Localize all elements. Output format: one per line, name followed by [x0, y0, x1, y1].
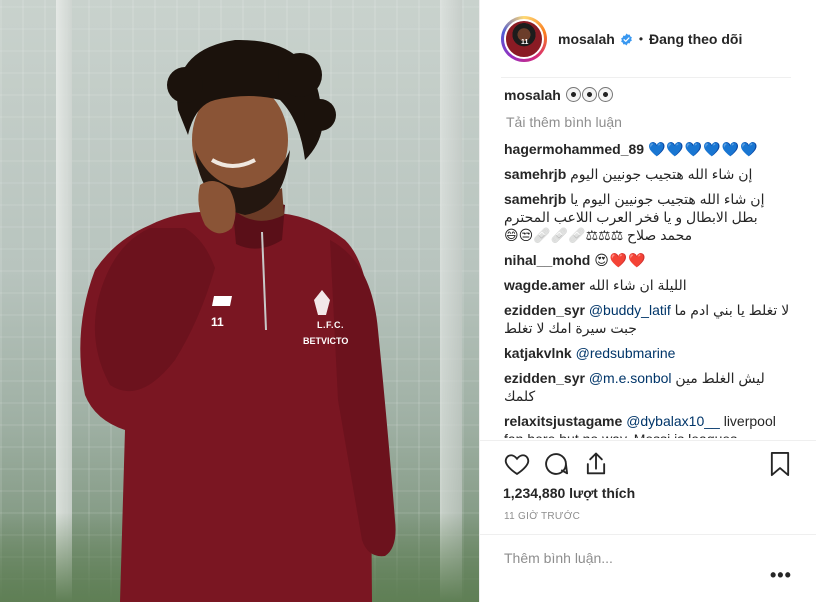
post-timestamp[interactable]: 11 GIỜ TRƯỚC — [504, 511, 580, 522]
verified-badge-icon — [620, 33, 632, 45]
comment-icon[interactable] — [542, 450, 570, 478]
soccer-ball-icon — [565, 87, 581, 102]
comment-username[interactable]: nihal__mohd — [504, 252, 590, 268]
comment-username[interactable]: hagermohammed_89 — [504, 141, 644, 157]
club-crest-text: L.F.C. — [317, 320, 344, 330]
comment-row: ezidden_syr @buddy_latif لا تغلط يا بني … — [504, 301, 791, 337]
player-figure — [80, 39, 396, 602]
comment-username[interactable]: samehrjb — [504, 166, 566, 182]
comment-row: samehrjb إن شاء الله هتجيب جونيين اليوم … — [504, 190, 791, 244]
comment-mention-link[interactable]: @dybalax10__ — [626, 413, 720, 429]
comment-mention-link[interactable]: @m.e.sonbol — [589, 370, 672, 386]
comment-row: katjakvlnk @redsubmarine — [504, 344, 791, 362]
comment-mention-link[interactable]: @buddy_latif — [589, 302, 671, 318]
caption-username[interactable]: mosalah — [504, 87, 561, 103]
post-header: 11 mosalah • Đang theo dõi — [480, 0, 816, 78]
comment-row: nihal__mohd 😍❤️❤️ — [504, 251, 791, 269]
comment-row: hagermohammed_89 💙💙💙💙💙💙 — [504, 140, 791, 158]
action-bar — [480, 440, 816, 488]
add-comment-section: ••• — [480, 534, 816, 602]
instagram-post: 11 L.F.C. BETVICTO 11 mosalah • Đang the… — [0, 0, 816, 602]
sponsor-text: BETVICTO — [303, 336, 349, 346]
post-side-panel: 11 mosalah • Đang theo dõi mosalah ⚽⚽⚽ T… — [479, 0, 816, 602]
kit-number: 11 — [211, 315, 224, 329]
comment-username[interactable]: katjakvlnk — [504, 345, 572, 361]
comment-text: 💙💙💙💙💙💙 — [647, 141, 759, 157]
comment-text: الليلة ان شاء الله — [588, 277, 687, 293]
avatar-story-ring[interactable]: 11 — [501, 16, 547, 62]
soccer-ball-icon — [597, 87, 613, 102]
caption-soccer-balls — [565, 87, 613, 103]
comment-row: relaxitsjustagame @dybalax10__ liverpool… — [504, 412, 791, 438]
comment-username[interactable]: wagde.amer — [504, 277, 585, 293]
comment-row: wagde.amer الليلة ان شاء الله — [504, 276, 791, 294]
comment-row: ezidden_syr @m.e.sonbol ليش الغلط مين كل… — [504, 369, 791, 405]
comment-text: 😍❤️❤️ — [594, 252, 647, 268]
more-options-button[interactable]: ••• — [770, 565, 792, 586]
comment-text: إن شاء الله هتجيب جونيين اليوم — [570, 166, 753, 182]
likes-count[interactable]: 1,234,880 lượt thích — [503, 485, 635, 501]
following-button[interactable]: Đang theo dõi — [649, 31, 742, 47]
avatar[interactable]: 11 — [504, 19, 544, 59]
post-caption: mosalah ⚽⚽⚽ — [504, 86, 791, 104]
avatar-kit-number: 11 — [521, 39, 529, 46]
load-more-comments-button[interactable]: Tải thêm bình luận — [504, 114, 791, 130]
comment-username[interactable]: ezidden_syr — [504, 370, 585, 386]
share-icon[interactable] — [582, 450, 610, 478]
comment-username[interactable]: ezidden_syr — [504, 302, 585, 318]
comment-username[interactable]: samehrjb — [504, 191, 566, 207]
comment-username[interactable]: relaxitsjustagame — [504, 413, 622, 429]
post-photo[interactable]: 11 L.F.C. BETVICTO — [0, 0, 479, 602]
heart-icon[interactable] — [503, 450, 531, 478]
comments-list[interactable]: mosalah ⚽⚽⚽ Tải thêm bình luận hagermoha… — [480, 86, 816, 438]
bookmark-icon[interactable] — [766, 450, 794, 478]
soccer-ball-icon — [581, 87, 597, 102]
header-separator: • — [638, 32, 644, 46]
add-comment-input[interactable] — [504, 547, 764, 569]
comment-mention-link[interactable]: @redsubmarine — [576, 345, 676, 361]
header-username[interactable]: mosalah — [558, 31, 615, 47]
comment-container: hagermohammed_89 💙💙💙💙💙💙 samehrjb إن شاء ا… — [504, 140, 791, 438]
comment-row: samehrjb إن شاء الله هتجيب جونيين اليوم — [504, 165, 791, 183]
